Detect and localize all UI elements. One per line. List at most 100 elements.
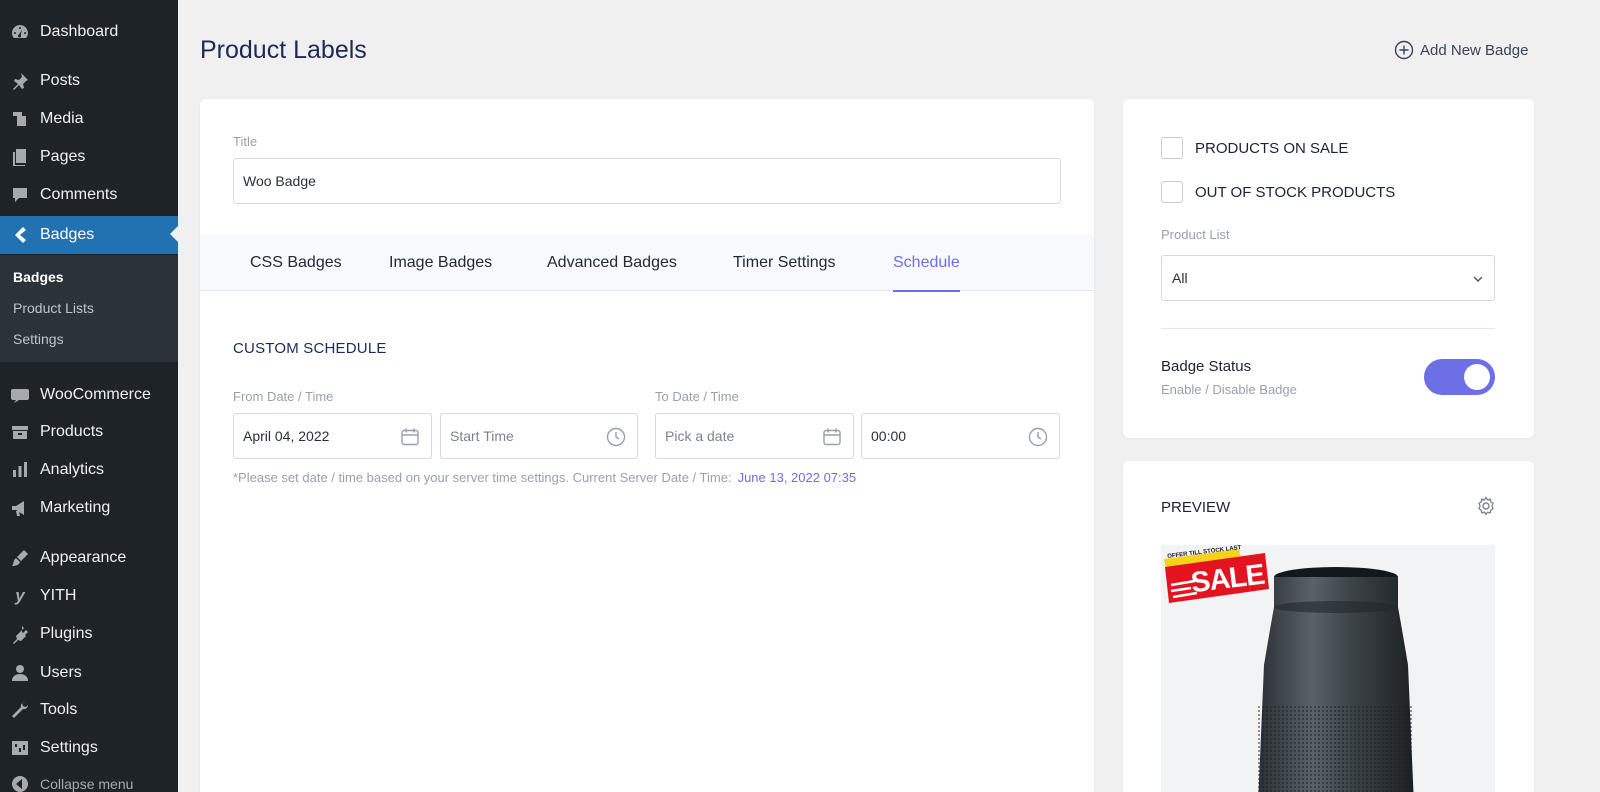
menu-products[interactable]: Products — [0, 414, 178, 450]
menu-label: Tools — [40, 701, 78, 718]
gear-icon[interactable] — [1476, 496, 1496, 516]
menu-comments[interactable]: Comments — [0, 177, 178, 213]
admin-sidebar: Dashboard Posts Media Pages Comments Bad… — [0, 0, 178, 792]
menu-label: YITH — [40, 587, 77, 604]
menu-label: Posts — [40, 72, 81, 89]
menu-label: Products — [40, 423, 104, 440]
server-time-note: *Please set date / time based on your se… — [233, 470, 856, 485]
out-of-stock-checkbox[interactable] — [1161, 181, 1183, 203]
menu-label: Badges — [40, 226, 95, 243]
wrench-icon — [10, 700, 30, 720]
menu-analytics[interactable]: Analytics — [0, 452, 178, 488]
out-of-stock-option[interactable]: OUT OF STOCK PRODUCTS — [1161, 181, 1395, 203]
menu-tools[interactable]: Tools — [0, 692, 178, 728]
tab-image-badges[interactable]: Image Badges — [389, 234, 492, 291]
badge-status-subtitle: Enable / Disable Badge — [1161, 382, 1297, 397]
product-preview-image: OFFER TILL STOCK LAST SALE — [1161, 545, 1495, 792]
bar-chart-icon — [10, 460, 30, 480]
calendar-icon — [401, 428, 419, 446]
to-date-input[interactable]: Pick a date — [655, 413, 854, 459]
badge-settings-card: Title Woo Badge CSS Badges Image Badges … — [200, 99, 1094, 792]
submenu-settings[interactable]: Settings — [13, 331, 64, 347]
product-list-label: Product List — [1161, 227, 1230, 242]
tab-schedule[interactable]: Schedule — [893, 234, 960, 292]
add-new-badge-button[interactable]: Add New Badge — [1394, 40, 1528, 60]
pages-icon — [10, 147, 30, 167]
submenu-badges[interactable]: Badges — [13, 269, 64, 285]
preview-card: PREVIEW OFFER TILL STOCK LAST SALE — [1123, 461, 1534, 792]
menu-yith[interactable]: y YITH — [0, 578, 178, 614]
badge-status-toggle[interactable] — [1424, 359, 1495, 395]
menu-label: Pages — [40, 148, 86, 165]
to-time-input[interactable]: 00:00 — [861, 413, 1060, 459]
badge-status-title: Badge Status — [1161, 358, 1252, 375]
yith-icon: y — [15, 586, 25, 605]
products-on-sale-option[interactable]: PRODUCTS ON SALE — [1161, 137, 1348, 159]
menu-label: Media — [40, 110, 84, 127]
menu-marketing[interactable]: Marketing — [0, 490, 178, 526]
from-time-input[interactable]: Start Time — [440, 413, 638, 459]
user-icon — [10, 663, 30, 683]
brush-icon — [10, 548, 30, 568]
menu-label: Analytics — [40, 461, 105, 478]
toggle-knob — [1464, 364, 1490, 390]
collapse-icon — [10, 774, 30, 792]
menu-pages[interactable]: Pages — [0, 139, 178, 175]
title-input[interactable]: Woo Badge — [233, 158, 1061, 204]
archive-icon — [10, 422, 30, 442]
menu-label: Comments — [40, 186, 118, 203]
menu-dashboard[interactable]: Dashboard — [0, 14, 178, 50]
settings-icon — [10, 738, 30, 758]
menu-posts[interactable]: Posts — [0, 63, 178, 99]
page-title: Product Labels — [200, 36, 367, 64]
menu-media[interactable]: Media — [0, 101, 178, 137]
menu-label: Users — [40, 664, 82, 681]
collapse-menu[interactable]: Collapse menu — [0, 766, 178, 792]
menu-label: Marketing — [40, 499, 111, 516]
woo-icon — [10, 385, 30, 405]
from-date-label: From Date / Time — [233, 389, 334, 404]
custom-schedule-heading: CUSTOM SCHEDULE — [233, 340, 387, 357]
to-date-label: To Date / Time — [655, 389, 739, 404]
menu-appearance[interactable]: Appearance — [0, 540, 178, 576]
tab-timer-settings[interactable]: Timer Settings — [733, 234, 836, 291]
menu-woocommerce[interactable]: WooCommerce — [0, 377, 178, 413]
chevron-down-icon — [1473, 276, 1483, 282]
tab-advanced-badges[interactable]: Advanced Badges — [547, 234, 677, 291]
badge-target-card: PRODUCTS ON SALE OUT OF STOCK PRODUCTS P… — [1123, 99, 1534, 438]
products-on-sale-label: PRODUCTS ON SALE — [1195, 139, 1349, 157]
title-label: Title — [233, 134, 258, 149]
products-on-sale-checkbox[interactable] — [1161, 137, 1183, 159]
badge-icon — [10, 225, 30, 245]
clock-icon — [1028, 427, 1048, 447]
menu-users[interactable]: Users — [0, 655, 178, 691]
media-icon — [10, 109, 30, 129]
tab-css-badges[interactable]: CSS Badges — [250, 234, 342, 291]
plus-circle-icon — [1394, 40, 1414, 60]
divider — [1161, 328, 1495, 329]
collapse-label: Collapse menu — [40, 776, 134, 792]
note-text: *Please set date / time based on your se… — [233, 470, 732, 485]
megaphone-icon — [10, 498, 30, 518]
badge-tabs: CSS Badges Image Badges Advanced Badges … — [200, 234, 1094, 292]
menu-label: Dashboard — [40, 23, 119, 40]
submenu-product-lists[interactable]: Product Lists — [13, 300, 94, 316]
menu-label: Appearance — [40, 549, 127, 566]
comment-icon — [10, 185, 30, 205]
menu-label: Settings — [40, 739, 98, 756]
product-list-value: All — [1172, 270, 1188, 286]
menu-badges[interactable]: Badges — [0, 216, 178, 254]
from-time-placeholder: Start Time — [450, 428, 514, 444]
plugin-icon — [10, 624, 30, 644]
calendar-icon — [823, 428, 841, 446]
add-new-label: Add New Badge — [1420, 41, 1529, 59]
menu-label: WooCommerce — [40, 386, 151, 403]
product-list-select[interactable]: All — [1161, 255, 1495, 301]
from-date-input[interactable]: April 04, 2022 — [233, 413, 432, 459]
from-date-value: April 04, 2022 — [243, 428, 330, 444]
menu-plugins[interactable]: Plugins — [0, 616, 178, 652]
menu-settings[interactable]: Settings — [0, 730, 178, 766]
badges-submenu: Badges Product Lists Settings — [0, 255, 178, 362]
preview-title: PREVIEW — [1161, 499, 1231, 516]
clock-icon — [606, 427, 626, 447]
